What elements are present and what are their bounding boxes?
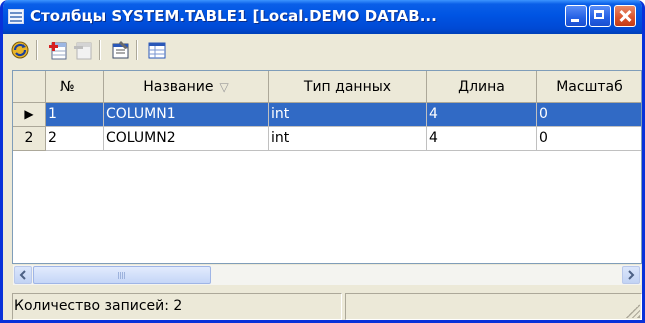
maximize-button[interactable] [589,5,611,27]
cell-scale[interactable]: 0 [537,103,641,127]
status-bar: Количество записей: 2 [12,293,642,320]
scroll-left-button[interactable] [14,266,32,284]
cell-name[interactable]: COLUMN1 [104,103,269,127]
header-name[interactable]: Название ▽ [104,71,269,103]
grid-view-icon[interactable] [146,39,168,61]
resize-grip-icon[interactable] [626,304,640,318]
status-pane-2 [345,293,642,320]
sort-indicator-icon: ▽ [219,79,229,94]
toolbar-separator [136,40,137,60]
window-title: Столбцы SYSTEM.TABLE1 [Local.DEMO DATAB.… [30,7,437,25]
toolbar-separator [36,40,37,60]
header-indicator [13,71,46,103]
cell-name[interactable]: COLUMN2 [104,127,269,151]
scroll-thumb[interactable] [33,266,211,284]
close-button[interactable] [614,5,636,27]
row-indicator: ▶ [13,103,46,127]
cell-scale[interactable]: 0 [537,127,641,151]
horizontal-scrollbar[interactable] [13,265,641,285]
header-no[interactable]: № [46,71,104,103]
toolbar [3,34,642,65]
add-column-icon[interactable] [47,39,69,61]
columns-window: Столбцы SYSTEM.TABLE1 [Local.DEMO DATAB.… [0,0,645,323]
cell-type[interactable]: int [269,127,427,151]
minimize-button[interactable] [565,5,587,27]
row-indicator: 2 [13,127,46,151]
cell-no[interactable]: 2 [46,127,104,151]
header-scale[interactable]: Масштаб [537,71,641,103]
cell-length[interactable]: 4 [427,127,537,151]
header-length[interactable]: Длина [427,71,537,103]
refresh-icon[interactable] [9,39,31,61]
cell-length[interactable]: 4 [427,103,537,127]
columns-grid: № Название ▽ Тип данных Длина Масштаб ▶ … [12,70,642,264]
chevron-left-icon [19,270,26,280]
cell-no[interactable]: 1 [46,103,104,127]
title-bar[interactable]: Столбцы SYSTEM.TABLE1 [Local.DEMO DATAB.… [3,0,642,34]
chevron-right-icon [628,270,635,280]
records-count: Количество записей: 2 [12,293,342,320]
table-icon [8,9,24,24]
delete-column-icon[interactable] [72,39,94,61]
properties-icon[interactable] [109,39,131,61]
cell-type[interactable]: int [269,103,427,127]
toolbar-separator [99,40,100,60]
header-type[interactable]: Тип данных [269,71,427,103]
scroll-right-button[interactable] [622,266,640,284]
